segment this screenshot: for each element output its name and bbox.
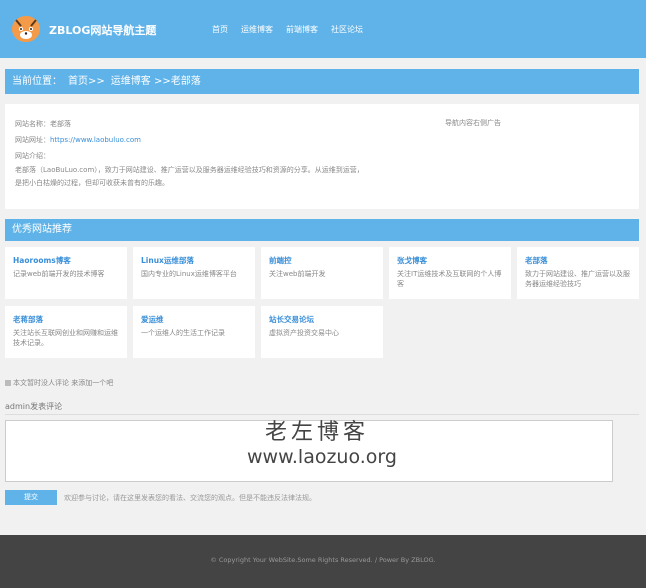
- site-card[interactable]: 前端控 关注web前端开发: [261, 247, 383, 299]
- breadcrumb-label: 当前位置：: [12, 76, 62, 87]
- breadcrumb-home[interactable]: 首页>>: [68, 76, 105, 87]
- site-card[interactable]: 爱运维 一个运维人的生活工作记录: [133, 306, 255, 358]
- site-card[interactable]: Haorooms博客 记录web前端开发的技术博客: [5, 247, 127, 299]
- card-title[interactable]: 老蒋部落: [13, 314, 119, 325]
- watermark-url: www.laozuo.org: [247, 446, 397, 468]
- copyright-text: © Copyright Your WebSite.Some Rights Res…: [210, 556, 436, 564]
- breadcrumb-current: 老部落: [170, 76, 201, 87]
- site-title[interactable]: ZBLOG网站导航主题: [49, 22, 156, 38]
- site-intro-text: 老部落（LaoBuLuo.com），致力于网站建设、推广运营以及服务器运维经验技…: [15, 166, 364, 187]
- nav-home[interactable]: 首页: [212, 24, 228, 35]
- comment-note-text: 本文暂时没人评论 来添加一个吧: [13, 379, 114, 387]
- submit-button[interactable]: 提交: [5, 490, 57, 505]
- card-title[interactable]: 爱运维: [141, 314, 247, 325]
- card-desc: 虚拟资产投资交易中心: [269, 329, 339, 337]
- card-desc: 国内专业的Linux运维博客平台: [141, 270, 237, 278]
- site-url-label: 网站网址：: [15, 136, 50, 144]
- card-desc: 关注IT运维技术及互联网的个人博客: [397, 270, 502, 288]
- card-desc: 一个运维人的生活工作记录: [141, 329, 225, 337]
- site-card[interactable]: 老部落 致力于网站建设、推广运营以及服务器运维经验技巧: [517, 247, 639, 299]
- site-card[interactable]: 站长交易论坛 虚拟资产投资交易中心: [261, 306, 383, 358]
- breadcrumb: 当前位置： 首页>> 运维博客 >>老部落: [5, 69, 639, 94]
- site-name: 网站名称：老部落: [15, 120, 71, 128]
- site-url-link[interactable]: https://www.laobuluo.com: [50, 136, 141, 144]
- site-info-panel: 网站名称：老部落 网站网址：https://www.laobuluo.com 网…: [5, 104, 639, 209]
- site-intro-label: 网站介绍：: [15, 152, 50, 160]
- site-card[interactable]: 老蒋部落 关注站长互联网创业和网赚和运维技术记录。: [5, 306, 127, 358]
- site-header: ZBLOG网站导航主题 首页 运维博客 前端博客 社区论坛: [0, 0, 646, 58]
- comment-icon: [5, 380, 11, 386]
- sidebar-ad: 导航内容右侧广告: [445, 119, 501, 127]
- tiger-logo-icon[interactable]: [12, 16, 40, 42]
- card-desc: 关注web前端开发: [269, 270, 326, 278]
- site-card[interactable]: Linux运维部落 国内专业的Linux运维博客平台: [133, 247, 255, 299]
- site-card[interactable]: 张戈博客 关注IT运维技术及互联网的个人博客: [389, 247, 511, 299]
- nav-ops-blog[interactable]: 运维博客: [241, 24, 273, 35]
- comment-note: 本文暂时没人评论 来添加一个吧: [5, 378, 113, 388]
- recommend-heading: 优秀网站推荐: [5, 219, 639, 241]
- watermark-text: 老左博客: [265, 420, 370, 445]
- card-desc: 记录web前端开发的技术博客: [13, 270, 105, 278]
- nav-frontend-blog[interactable]: 前端博客: [286, 24, 318, 35]
- card-title[interactable]: 站长交易论坛: [269, 314, 375, 325]
- comment-form-heading: admin发表评论: [5, 402, 63, 411]
- card-title[interactable]: 老部落: [525, 255, 631, 266]
- card-title[interactable]: 张戈博客: [397, 255, 503, 266]
- card-desc: 关注站长互联网创业和网赚和运维技术记录。: [13, 329, 118, 347]
- main-nav: 首页 运维博客 前端博客 社区论坛: [212, 24, 363, 35]
- nav-forum[interactable]: 社区论坛: [331, 24, 363, 35]
- card-title[interactable]: Linux运维部落: [141, 255, 247, 266]
- site-url-row: 网站网址：https://www.laobuluo.com: [15, 135, 141, 145]
- breadcrumb-category[interactable]: 运维博客 >>: [111, 76, 171, 87]
- card-title[interactable]: 前端控: [269, 255, 375, 266]
- site-footer: © Copyright Your WebSite.Some Rights Res…: [0, 535, 646, 588]
- card-title[interactable]: Haorooms博客: [13, 255, 119, 266]
- card-desc: 致力于网站建设、推广运营以及服务器运维经验技巧: [525, 270, 630, 288]
- comment-hint: 欢迎参与讨论，请在这里发表您的看法、交流您的观点。但是不能违反法律法规。: [64, 494, 316, 502]
